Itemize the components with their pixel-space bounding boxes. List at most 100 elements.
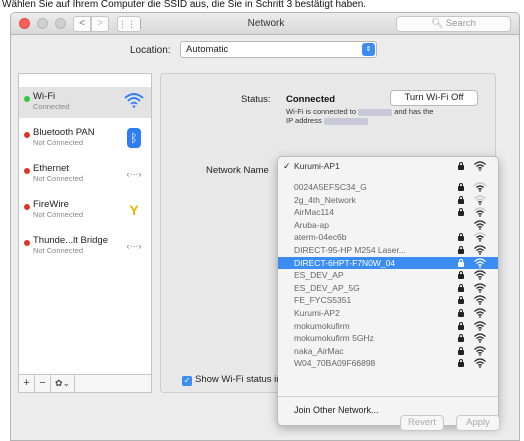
lock-icon bbox=[458, 296, 464, 305]
network-menu-item[interactable]: AirMac114 bbox=[278, 206, 498, 218]
network-menu-item[interactable]: mokumokufirm 5GHz bbox=[278, 332, 498, 344]
wifi-signal-icon bbox=[474, 308, 486, 318]
network-menu-item[interactable]: aterm-04ec6b bbox=[278, 231, 498, 243]
status-value: Connected bbox=[286, 94, 336, 105]
location-select[interactable]: Automatic ⇕ bbox=[180, 41, 377, 58]
lock-icon bbox=[458, 233, 464, 242]
network-ssid: 0024A5EFSC34_G bbox=[294, 182, 367, 192]
instruction-caption: Wählen Sie auf Ihrem Computer die SSID a… bbox=[2, 0, 367, 10]
add-service-button[interactable]: + bbox=[19, 375, 35, 392]
network-menu-item[interactable]: DIRECT-6HPT-F7N0W_04 bbox=[278, 256, 498, 269]
wifi-signal-icon bbox=[474, 232, 486, 243]
revert-button[interactable]: Revert bbox=[400, 415, 444, 431]
join-other-network-item[interactable]: Join Other Network... bbox=[294, 405, 379, 415]
turn-wifi-off-button[interactable]: Turn Wi-Fi Off bbox=[390, 90, 478, 106]
network-menu-item[interactable]: ES_DEV_AP bbox=[278, 269, 498, 281]
wifi-signal-icon bbox=[474, 207, 486, 218]
network-ssid: mokumokufirm bbox=[294, 320, 350, 331]
service-item-wifi[interactable]: Wi-Fi Connected bbox=[19, 87, 151, 118]
forward-button[interactable]: > bbox=[91, 16, 109, 32]
network-ssid: DIRECT-6HPT-F7N0W_04 bbox=[294, 257, 396, 268]
status-dot-disconnected bbox=[24, 240, 30, 246]
select-arrows-icon: ⇕ bbox=[362, 43, 375, 56]
status-dot-disconnected bbox=[24, 204, 30, 210]
lock-icon bbox=[458, 195, 464, 204]
zoom-window-button[interactable] bbox=[55, 18, 66, 29]
network-name-menu: ✓ Kurumi-AP1 0024A5EFSC34_G 2g_4th_Network A… bbox=[277, 156, 499, 426]
network-menu-item[interactable]: Aruba-ap bbox=[278, 219, 498, 231]
lock-icon bbox=[458, 183, 464, 191]
network-menu-item[interactable]: FE_FYCS5351 bbox=[278, 294, 498, 306]
wifi-signal-icon bbox=[474, 295, 486, 306]
network-menu-item[interactable]: 2g_4th_Network bbox=[278, 194, 498, 206]
service-list: Wi-Fi Connected Bluetooth PAN Not Connec… bbox=[18, 73, 152, 393]
service-name: FireWire bbox=[33, 199, 69, 210]
network-ssid: FE_FYCS5351 bbox=[294, 295, 352, 306]
service-item-bluetooth-pan[interactable]: Bluetooth PAN Not Connected ᛒ bbox=[19, 123, 151, 154]
wifi-icon bbox=[123, 92, 145, 112]
network-menu-item[interactable]: ES_DEV_AP_5G bbox=[278, 282, 498, 294]
lock-icon bbox=[458, 309, 464, 317]
wifi-signal-icon bbox=[474, 270, 486, 281]
lock-icon bbox=[458, 258, 464, 267]
service-item-thunderbolt-bridge[interactable]: Thunde...lt Bridge Not Connected ‹···› bbox=[19, 231, 151, 262]
lock-icon bbox=[458, 321, 464, 330]
network-menu-item[interactable]: ✓ Kurumi-AP1 bbox=[278, 160, 498, 172]
lock-icon bbox=[458, 271, 464, 280]
network-menu-item[interactable]: W04_70BA09F66898 bbox=[278, 357, 498, 369]
lock-icon bbox=[458, 162, 464, 170]
service-status: Not Connected bbox=[33, 174, 84, 183]
wifi-signal-icon bbox=[474, 161, 486, 171]
status-dot-disconnected bbox=[24, 132, 30, 138]
service-item-firewire[interactable]: FireWire Not Connected Y bbox=[19, 195, 151, 226]
back-button[interactable]: < bbox=[73, 16, 91, 32]
show-all-grid-button[interactable]: ⋮⋮⋮ bbox=[117, 16, 145, 32]
search-icon: 🔍︎ bbox=[431, 18, 444, 29]
apply-button[interactable]: Apply bbox=[456, 415, 500, 431]
network-ssid: mokumokufirm 5GHz bbox=[294, 333, 374, 344]
network-menu-item[interactable]: naka_AirMac bbox=[278, 345, 498, 357]
service-list-controls: + − ✿⌄ bbox=[19, 374, 151, 392]
wifi-signal-icon bbox=[474, 346, 486, 356]
checkmark-icon: ✓ bbox=[182, 376, 192, 386]
bluetooth-icon: ᛒ bbox=[127, 128, 141, 148]
network-ssid: ES_DEV_AP_5G bbox=[294, 282, 360, 293]
network-ssid: ES_DEV_AP bbox=[294, 270, 344, 281]
service-item-ethernet[interactable]: Ethernet Not Connected ‹···› bbox=[19, 159, 151, 190]
network-menu-item[interactable]: DIRECT-95-HP M254 Laser... bbox=[278, 244, 498, 256]
wifi-signal-icon bbox=[474, 333, 486, 344]
network-ssid: DIRECT-95-HP M254 Laser... bbox=[294, 245, 406, 255]
show-wifi-status-checkbox[interactable]: ✓Show Wi-Fi status in menu bar bbox=[182, 374, 278, 386]
lock-icon bbox=[458, 246, 464, 254]
network-ssid: 2g_4th_Network bbox=[294, 194, 356, 205]
lock-icon bbox=[458, 334, 464, 343]
remove-service-button[interactable]: − bbox=[35, 375, 51, 392]
title-bar: < > ⋮⋮⋮ Network 🔍︎ Search bbox=[11, 13, 519, 35]
network-ssid: aterm-04ec6b bbox=[294, 232, 347, 243]
location-label: Location: bbox=[130, 45, 171, 56]
action-gear-button[interactable]: ✿⌄ bbox=[51, 375, 75, 392]
redacted-ip-address bbox=[323, 117, 368, 125]
service-status: Not Connected bbox=[33, 246, 84, 255]
minimize-window-button[interactable] bbox=[37, 18, 48, 29]
search-field[interactable]: 🔍︎ Search bbox=[396, 16, 511, 32]
service-status: Not Connected bbox=[33, 210, 84, 219]
network-ssid: W04_70BA09F66898 bbox=[294, 358, 376, 369]
service-name: Thunde...lt Bridge bbox=[33, 235, 108, 246]
redacted-network-name bbox=[358, 108, 393, 116]
menu-separator bbox=[278, 396, 498, 397]
wifi-signal-icon bbox=[474, 283, 486, 293]
lock-icon bbox=[458, 283, 464, 292]
close-window-button[interactable] bbox=[19, 18, 30, 29]
network-menu-item[interactable]: 0024A5EFSC34_G bbox=[278, 181, 498, 193]
network-ssid: Kurumi-AP2 bbox=[294, 308, 340, 318]
network-menu-item[interactable]: Kurumi-AP2 bbox=[278, 307, 498, 319]
status-dot-disconnected bbox=[24, 168, 30, 174]
network-menu-item[interactable]: mokumokufirm bbox=[278, 320, 498, 332]
status-desc-text-2: and has the bbox=[394, 107, 434, 116]
wifi-signal-icon bbox=[474, 182, 486, 192]
wifi-signal-icon bbox=[474, 245, 486, 255]
network-ssid: naka_AirMac bbox=[294, 345, 344, 356]
checkmark-icon: ✓ bbox=[283, 161, 291, 171]
network-ssid: Kurumi-AP1 bbox=[294, 161, 340, 171]
